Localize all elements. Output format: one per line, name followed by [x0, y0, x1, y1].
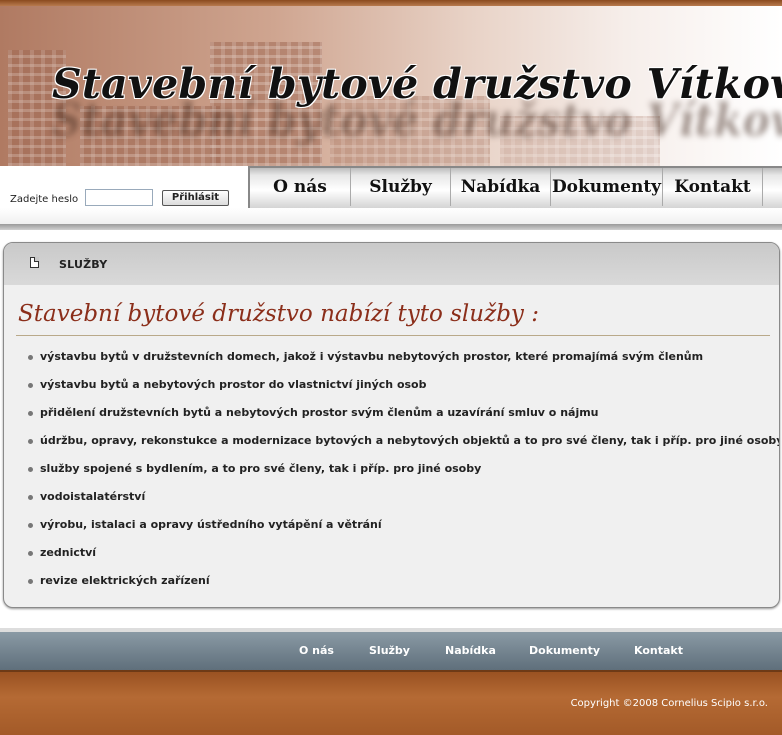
nav-item-sluzby[interactable]: Služby [351, 168, 451, 206]
footer: Copyright ©2008 Cornelius Scipio s.r.o. [0, 670, 782, 735]
page-icon [30, 257, 39, 268]
footer-link-sluzby[interactable]: Služby [369, 644, 410, 657]
list-item: vodoistalatérství [4, 487, 779, 515]
nav-item-o-nas[interactable]: O nás [250, 168, 351, 206]
header-spacer [0, 230, 782, 240]
nav-item-nabidka[interactable]: Nabídka [451, 168, 551, 206]
login-button[interactable]: Přihlásit [162, 190, 229, 206]
list-item: údržbu, opravy, rekonstukce a modernizac… [4, 431, 779, 459]
nav-item-kontakt[interactable]: Kontakt [663, 168, 763, 206]
list-item: výstavbu bytů v družstevních domech, jak… [4, 347, 779, 375]
main-nav: O nás Služby Nabídka Dokumenty Kontakt [248, 166, 782, 208]
list-item: přidělení družstevních bytů a nebytových… [4, 403, 779, 431]
list-item: výrobu, istalaci a opravy ústředního vyt… [4, 515, 779, 543]
footer-link-o-nas[interactable]: O nás [299, 644, 334, 657]
password-input[interactable] [85, 189, 153, 206]
footer-link-kontakt[interactable]: Kontakt [634, 644, 683, 657]
nav-filler [763, 168, 782, 208]
breadcrumb: SLUŽBY [4, 243, 779, 285]
list-item: zednictví [4, 543, 779, 571]
title-divider [16, 335, 770, 336]
footer-link-nabidka[interactable]: Nabídka [445, 644, 496, 657]
content-panel: SLUŽBY Stavební bytové družstvo nabízí t… [3, 242, 780, 608]
breadcrumb-label: SLUŽBY [59, 258, 108, 271]
services-list: výstavbu bytů v družstevních domech, jak… [4, 347, 779, 599]
header-title: Stavební bytové družstvo Vítkovice [52, 60, 782, 108]
copyright-text: Copyright ©2008 Cornelius Scipio s.r.o. [570, 698, 768, 709]
nav-item-dokumenty[interactable]: Dokumenty [551, 168, 663, 206]
page-title: Stavební bytové družstvo nabízí tyto slu… [18, 301, 539, 327]
footer-nav: O nás Služby Nabídka Dokumenty Kontakt [0, 632, 782, 670]
list-item: výstavbu bytů a nebytových prostor do vl… [4, 375, 779, 403]
list-item: revize elektrických zařízení [4, 571, 779, 599]
password-label: Zadejte heslo [10, 194, 79, 205]
list-item: služby spojené s bydlením, a to pro své … [4, 459, 779, 487]
footer-link-dokumenty[interactable]: Dokumenty [529, 644, 600, 657]
header-banner: Stavební bytové družstvo Vítkovice Stave… [0, 6, 782, 166]
header-divider [0, 208, 782, 224]
